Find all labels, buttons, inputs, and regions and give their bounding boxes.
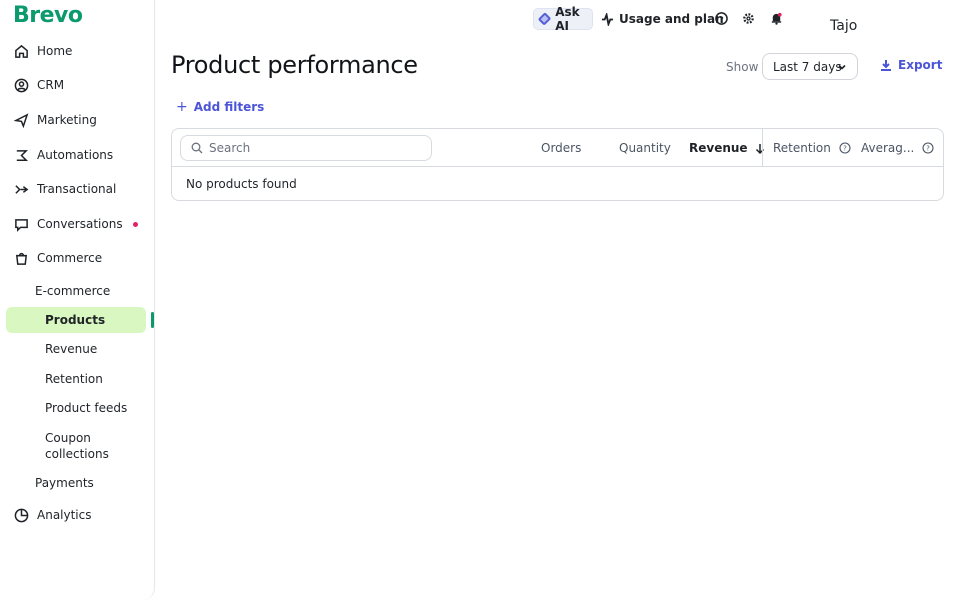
transactional-icon <box>13 181 29 197</box>
column-label: Orders <box>541 141 582 155</box>
sidebar-item-label: Analytics <box>37 508 92 522</box>
column-header-orders[interactable]: Orders <box>541 141 581 155</box>
sidebar-item-label: Marketing <box>37 113 97 127</box>
sort-descending-icon <box>755 143 764 154</box>
column-header-retention[interactable]: Retention ? <box>773 141 851 155</box>
sidebar-item-home[interactable]: Home <box>6 36 146 66</box>
sidebar-item-conversations[interactable]: Conversations <box>6 209 146 239</box>
automation-icon <box>13 147 29 163</box>
add-filters-label: Add filters <box>193 100 265 114</box>
sidebar-item-coupon-collections[interactable]: Coupon collections <box>45 430 115 462</box>
info-icon[interactable]: ? <box>922 142 934 154</box>
search-input[interactable] <box>209 141 409 155</box>
date-range-select[interactable]: Last 7 days <box>762 53 858 80</box>
sidebar-item-analytics[interactable]: Analytics <box>6 500 146 530</box>
sidebar-item-transactional[interactable]: Transactional <box>6 174 146 204</box>
sidebar-item-label: Home <box>37 44 73 58</box>
svg-text:?: ? <box>843 145 847 153</box>
sidebar-item-products[interactable]: Products <box>6 307 146 333</box>
sidebar-item-revenue[interactable]: Revenue <box>45 341 145 357</box>
sidebar-item-payments[interactable]: Payments <box>35 475 135 491</box>
ask-ai-label: Ask AI <box>555 5 580 33</box>
send-icon <box>13 112 29 128</box>
sidebar-item-label: Conversations <box>37 217 123 231</box>
sidebar: Brevo Home CRM Marketing Automations Tra… <box>0 0 155 600</box>
sidebar-item-crm[interactable]: CRM <box>6 70 146 100</box>
home-icon <box>13 43 29 59</box>
notification-bell-icon[interactable] <box>769 11 783 25</box>
empty-state-message: No products found <box>186 177 297 191</box>
settings-icon[interactable] <box>741 11 755 25</box>
search-field[interactable] <box>180 135 432 161</box>
sparkle-icon <box>537 12 552 26</box>
sidebar-item-marketing[interactable]: Marketing <box>6 105 146 135</box>
contacts-icon <box>13 77 29 93</box>
download-icon <box>881 60 891 71</box>
column-label: Revenue <box>689 141 748 155</box>
sidebar-item-automations[interactable]: Automations <box>6 140 146 170</box>
notification-dot <box>133 222 138 227</box>
plus-icon: + <box>176 99 188 115</box>
add-filters-button[interactable]: + Add filters <box>176 99 264 115</box>
column-label: Retention <box>773 141 831 155</box>
column-divider <box>762 129 763 167</box>
export-button[interactable]: Export <box>880 58 942 72</box>
date-range-value: Last 7 days <box>773 59 842 74</box>
analytics-icon <box>13 507 29 523</box>
svg-text:?: ? <box>719 14 723 23</box>
svg-text:?: ? <box>926 145 930 153</box>
products-table: Orders Quantity Revenue Retention ? Aver… <box>171 128 944 201</box>
commerce-icon <box>13 250 29 266</box>
brevo-logo[interactable]: Brevo <box>13 3 83 28</box>
sidebar-item-label: Automations <box>37 148 114 162</box>
column-header-average[interactable]: Averag... ? <box>861 141 934 155</box>
sidebar-item-label: Commerce <box>37 251 103 265</box>
sidebar-item-retention[interactable]: Retention <box>45 371 145 387</box>
export-label: Export <box>898 58 943 72</box>
chevron-down-icon <box>838 64 846 70</box>
sidebar-item-product-feeds[interactable]: Product feeds <box>45 400 145 416</box>
active-indicator <box>151 312 154 328</box>
page-title: Product performance <box>171 51 418 79</box>
help-icon[interactable]: ? <box>714 11 728 25</box>
sidebar-item-label: CRM <box>37 78 65 92</box>
column-label: Averag... <box>861 141 915 155</box>
user-menu[interactable]: Tajo <box>830 18 857 34</box>
column-header-revenue[interactable]: Revenue <box>689 141 765 155</box>
ask-ai-button[interactable]: Ask AI <box>533 5 593 33</box>
info-icon[interactable]: ? <box>839 142 851 154</box>
search-icon <box>191 142 203 154</box>
sidebar-item-commerce[interactable]: Commerce <box>6 243 146 273</box>
column-label: Quantity <box>619 141 671 155</box>
column-header-quantity[interactable]: Quantity <box>619 141 671 155</box>
table-header: Orders Quantity Revenue Retention ? Aver… <box>172 129 943 167</box>
usage-label: Usage and plan <box>619 12 724 26</box>
usage-and-plan-button[interactable]: Usage and plan <box>601 8 724 30</box>
sidebar-item-label: Transactional <box>37 182 117 196</box>
sidebar-group-ecommerce[interactable]: E-commerce <box>35 283 175 299</box>
show-label: Show <box>726 60 759 74</box>
chat-icon <box>13 216 29 232</box>
activity-icon <box>601 12 614 26</box>
